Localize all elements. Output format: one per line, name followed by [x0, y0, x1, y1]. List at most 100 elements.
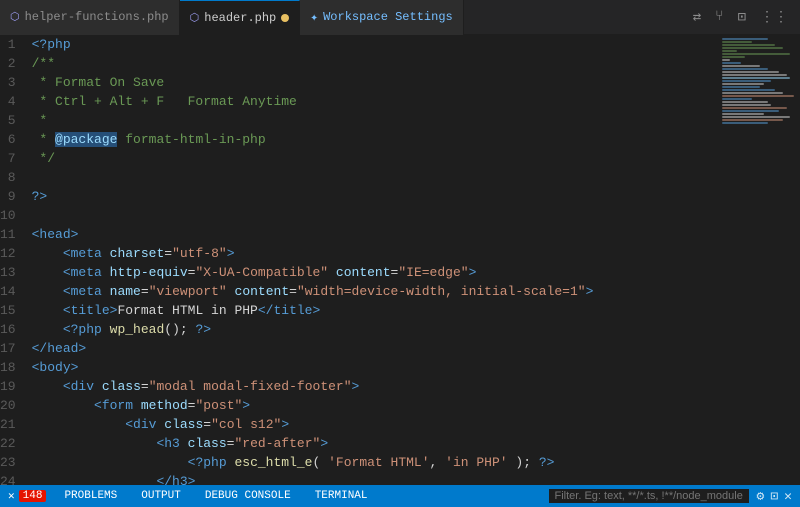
- minimap-line: [722, 116, 790, 118]
- line-content: </h3>: [28, 472, 720, 485]
- code-container: 1 <?php 2 /** 3 * Format On Save 4 * Ctr…: [0, 35, 720, 485]
- table-row: 1 <?php: [0, 35, 720, 54]
- table-row: 12 <meta charset="utf-8">: [0, 244, 720, 263]
- line-content: * @package format-html-in-php: [28, 130, 720, 149]
- line-number: 6: [0, 130, 28, 149]
- tab-bar: ⬡ helper-functions.php ⬡ header.php ✦ Wo…: [0, 0, 800, 35]
- minimap-line: [722, 101, 768, 103]
- minimap-line: [722, 80, 771, 82]
- line-content: */: [28, 149, 720, 168]
- table-row: 17 </head>: [0, 339, 720, 358]
- minimap-line: [722, 83, 764, 85]
- table-row: 5 *: [0, 111, 720, 130]
- line-content: <div class="col s12">: [28, 415, 720, 434]
- status-icons: ⚙ ⊡ ✕: [757, 489, 792, 504]
- source-control-icon[interactable]: ⑂: [711, 7, 727, 27]
- line-content: <?php: [28, 35, 720, 54]
- line-number: 20: [0, 396, 28, 415]
- table-row: 13 <meta http-equiv="X-UA-Compatible" co…: [0, 263, 720, 282]
- editor-area: 1 <?php 2 /** 3 * Format On Save 4 * Ctr…: [0, 35, 800, 485]
- tab-header[interactable]: ⬡ header.php: [180, 0, 301, 35]
- status-error[interactable]: ✕ 148: [8, 489, 46, 503]
- line-content: <?php wp_head(); ?>: [28, 320, 720, 339]
- minimap-line: [722, 53, 790, 55]
- table-row: 24 </h3>: [0, 472, 720, 485]
- line-number: 4: [0, 92, 28, 111]
- split-editor-icon[interactable]: ⊡: [734, 7, 750, 28]
- toolbar-right: ⇄ ⑂ ⊡ ⋮⋮: [689, 7, 800, 28]
- status-left: ✕ 148 PROBLEMS OUTPUT DEBUG CONSOLE TERM…: [8, 489, 374, 503]
- error-badge[interactable]: 148: [19, 490, 47, 502]
- php-icon-active: ⬡: [190, 11, 200, 25]
- line-content: /**: [28, 54, 720, 73]
- table-row: 16 <?php wp_head(); ?>: [0, 320, 720, 339]
- line-number: 18: [0, 358, 28, 377]
- line-number: 21: [0, 415, 28, 434]
- line-content: * Format On Save: [28, 73, 720, 92]
- line-content: ?>: [28, 187, 720, 206]
- minimap-line: [722, 47, 783, 49]
- line-number: 3: [0, 73, 28, 92]
- line-content: [28, 206, 720, 225]
- close-panel-icon[interactable]: ✕: [784, 489, 792, 504]
- minimap-line: [722, 38, 768, 40]
- minimap-line: [722, 41, 752, 43]
- settings-icon: ✦: [310, 10, 318, 25]
- table-row: 10: [0, 206, 720, 225]
- line-number: 13: [0, 263, 28, 282]
- settings-gear-icon[interactable]: ⚙: [757, 489, 765, 504]
- terminal-tab[interactable]: TERMINAL: [309, 490, 374, 502]
- line-number: 1: [0, 35, 28, 54]
- line-content: <form method="post">: [28, 396, 720, 415]
- tab-label: helper-functions.php: [25, 10, 169, 24]
- minimap-line: [722, 98, 752, 100]
- line-content: *: [28, 111, 720, 130]
- debug-console-tab[interactable]: DEBUG CONSOLE: [199, 490, 297, 502]
- status-bar: ✕ 148 PROBLEMS OUTPUT DEBUG CONSOLE TERM…: [0, 485, 800, 507]
- filter-input[interactable]: [549, 489, 749, 503]
- table-row: 7 */: [0, 149, 720, 168]
- line-number: 14: [0, 282, 28, 301]
- line-content: <title>Format HTML in PHP</title>: [28, 301, 720, 320]
- php-icon: ⬡: [10, 10, 20, 24]
- minimap-line: [722, 71, 779, 73]
- line-content: <h3 class="red-after">: [28, 434, 720, 453]
- tab-label-active: header.php: [204, 11, 276, 25]
- line-content: * Ctrl + Alt + F Format Anytime: [28, 92, 720, 111]
- line-content: <meta name="viewport" content="width=dev…: [28, 282, 720, 301]
- code-scroll[interactable]: 1 <?php 2 /** 3 * Format On Save 4 * Ctr…: [0, 35, 720, 485]
- minimap-line: [722, 59, 730, 61]
- line-content: <body>: [28, 358, 720, 377]
- minimap-line: [722, 110, 779, 112]
- line-number: 12: [0, 244, 28, 263]
- minimap-line: [722, 92, 783, 94]
- minimap-line: [722, 104, 771, 106]
- error-icon: ✕: [8, 489, 15, 503]
- minimap-line: [722, 95, 794, 97]
- line-number: 19: [0, 377, 28, 396]
- table-row: 3 * Format On Save: [0, 73, 720, 92]
- minimap-content: [720, 35, 800, 127]
- code-table: 1 <?php 2 /** 3 * Format On Save 4 * Ctr…: [0, 35, 720, 485]
- table-row: 9 ?>: [0, 187, 720, 206]
- line-number: 9: [0, 187, 28, 206]
- minimap-line: [722, 65, 760, 67]
- line-number: 24: [0, 472, 28, 485]
- line-number: 22: [0, 434, 28, 453]
- problems-tab[interactable]: PROBLEMS: [58, 490, 123, 502]
- line-number: 11: [0, 225, 28, 244]
- table-row: 23 <?php esc_html_e( 'Format HTML', 'in …: [0, 453, 720, 472]
- split-panel-icon[interactable]: ⊡: [770, 489, 778, 504]
- table-row: 22 <h3 class="red-after">: [0, 434, 720, 453]
- table-row: 15 <title>Format HTML in PHP</title>: [0, 301, 720, 320]
- tab-helper[interactable]: ⬡ helper-functions.php: [0, 0, 180, 35]
- minimap-line: [722, 44, 775, 46]
- line-number: 7: [0, 149, 28, 168]
- more-actions-icon[interactable]: ⋮⋮: [756, 7, 792, 28]
- output-tab[interactable]: OUTPUT: [135, 490, 187, 502]
- tab-workspace-settings[interactable]: ✦ Workspace Settings: [300, 0, 463, 35]
- minimap: [720, 35, 800, 485]
- remote-icon[interactable]: ⇄: [689, 7, 705, 28]
- table-row: 19 <div class="modal modal-fixed-footer"…: [0, 377, 720, 396]
- line-content: <div class="modal modal-fixed-footer">: [28, 377, 720, 396]
